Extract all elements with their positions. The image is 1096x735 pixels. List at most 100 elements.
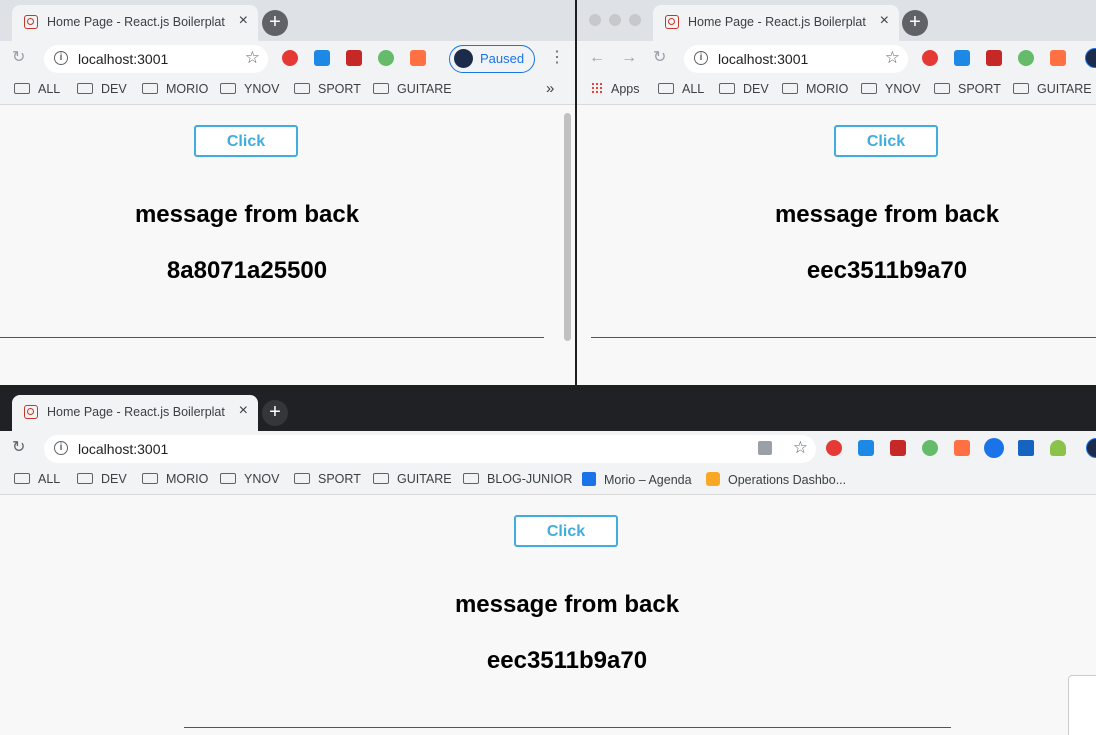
- green-extension-icon[interactable]: [922, 440, 938, 456]
- folder-icon: [934, 83, 950, 94]
- folder-icon: [220, 473, 236, 484]
- zoom-window-icon[interactable]: [629, 14, 641, 26]
- bookmark-label: DEV: [101, 472, 127, 486]
- star-icon[interactable]: ☆: [245, 48, 260, 68]
- s-extension-icon[interactable]: [954, 50, 970, 66]
- bookmark-apps[interactable]: Apps: [591, 82, 640, 96]
- bookmark-label: MORIO: [806, 82, 849, 96]
- back-icon[interactable]: ←: [589, 49, 605, 67]
- bookmark-folder-guitare[interactable]: GUITARE: [1013, 82, 1092, 96]
- info-icon[interactable]: i: [54, 441, 68, 455]
- opera-extension-icon[interactable]: [826, 440, 842, 456]
- tab-strip: Home Page - React.js Boilerplate × +: [577, 0, 1096, 41]
- address-bar[interactable]: i localhost:3001 ☆: [44, 435, 816, 463]
- red-extension-icon[interactable]: [346, 50, 362, 66]
- star-icon[interactable]: ☆: [793, 438, 808, 458]
- close-window-icon[interactable]: [589, 14, 601, 26]
- s-extension-icon[interactable]: [314, 50, 330, 66]
- profile-avatar-icon[interactable]: [1086, 438, 1096, 458]
- bookmark-folder-all[interactable]: ALL: [14, 82, 60, 96]
- orange-extension-icon[interactable]: [1050, 50, 1066, 66]
- red-extension-icon[interactable]: [890, 440, 906, 456]
- tab-home-page[interactable]: Home Page - React.js Boilerplate ×: [653, 5, 899, 41]
- bookmark-folder-sport[interactable]: SPORT: [294, 472, 361, 486]
- orange-extension-icon[interactable]: [410, 50, 426, 66]
- bookmark-folder-morio[interactable]: MORIO: [142, 82, 208, 96]
- green-extension-icon[interactable]: [378, 50, 394, 66]
- reload-icon[interactable]: ↻: [653, 49, 666, 67]
- tab-title: Home Page - React.js Boilerplate: [47, 15, 225, 29]
- bookmark-folder-guitare[interactable]: GUITARE: [373, 472, 452, 486]
- new-tab-plus-icon[interactable]: +: [262, 400, 288, 426]
- bookmarks-overflow-icon[interactable]: »: [546, 80, 554, 97]
- tab-title: Home Page - React.js Boilerplate: [688, 15, 866, 29]
- reload-icon[interactable]: ↻: [12, 439, 25, 457]
- bookmark-folder-ynov[interactable]: YNOV: [220, 82, 279, 96]
- bookmark-label: MORIO: [166, 472, 209, 486]
- reload-icon[interactable]: ↻: [12, 49, 25, 67]
- menu-icon[interactable]: ⋮: [549, 49, 565, 67]
- click-button[interactable]: Click: [834, 125, 938, 157]
- bookmark-folder-morio[interactable]: MORIO: [782, 82, 848, 96]
- click-button[interactable]: Click: [194, 125, 298, 157]
- bookmark-label: Morio – Agenda: [604, 473, 692, 487]
- bookmark-folder-all[interactable]: ALL: [14, 472, 60, 486]
- divider: [184, 727, 951, 728]
- tab-home-page[interactable]: Home Page - React.js Boilerplate ×: [12, 5, 258, 41]
- bookmark-folder-ynov[interactable]: YNOV: [861, 82, 920, 96]
- bookmark-extension-icon[interactable]: [984, 438, 1004, 458]
- s-extension-icon[interactable]: [858, 440, 874, 456]
- bookmark-folder-dev[interactable]: DEV: [719, 82, 769, 96]
- profile-avatar-icon[interactable]: [1085, 48, 1096, 68]
- bookmark-morio-agenda[interactable]: Morio – Agenda: [582, 472, 692, 487]
- profile-paused-button[interactable]: Paused: [449, 45, 535, 73]
- bookmark-folder-morio[interactable]: MORIO: [142, 472, 208, 486]
- bookmark-folder-dev[interactable]: DEV: [77, 82, 127, 96]
- green-extension-icon[interactable]: [1018, 50, 1034, 66]
- folder-icon: [14, 83, 30, 94]
- toolbar: ↻ i localhost:3001 ☆: [0, 431, 1096, 466]
- address-bar[interactable]: i localhost:3001 ☆: [684, 45, 908, 73]
- info-icon[interactable]: i: [54, 51, 68, 65]
- bookmark-folder-all[interactable]: ALL: [658, 82, 704, 96]
- bookmark-folder-blog-junior[interactable]: BLOG-JUNIOR: [463, 472, 572, 486]
- browser-window-top-right: Home Page - React.js Boilerplate × + ← →…: [577, 0, 1096, 385]
- translate-icon[interactable]: [758, 441, 772, 455]
- bookmark-folder-ynov[interactable]: YNOV: [220, 472, 279, 486]
- v-extension-icon[interactable]: [1018, 440, 1034, 456]
- close-tab-icon[interactable]: ×: [880, 11, 889, 31]
- orange-extension-icon[interactable]: [954, 440, 970, 456]
- star-icon[interactable]: ☆: [885, 48, 900, 68]
- bookmark-folder-guitare[interactable]: GUITARE: [373, 82, 452, 96]
- folder-icon: [142, 473, 158, 484]
- close-tab-icon[interactable]: ×: [239, 401, 248, 421]
- info-icon[interactable]: i: [694, 51, 708, 65]
- forward-icon[interactable]: →: [621, 49, 637, 67]
- new-tab-plus-icon[interactable]: +: [262, 10, 288, 36]
- bookmark-label: YNOV: [244, 472, 280, 486]
- browser-window-top-left: Home Page - React.js Boilerplate × + ↻ i…: [0, 0, 575, 385]
- bookmark-label: ALL: [682, 82, 705, 96]
- address-bar[interactable]: i localhost:3001 ☆: [44, 45, 268, 73]
- close-tab-icon[interactable]: ×: [239, 11, 248, 31]
- react-favicon-icon: [665, 15, 679, 29]
- divider: [0, 337, 544, 338]
- click-button[interactable]: Click: [514, 515, 618, 547]
- minimize-window-icon[interactable]: [609, 14, 621, 26]
- bookmark-folder-sport[interactable]: SPORT: [294, 82, 361, 96]
- bookmark-operations-dashboard[interactable]: Operations Dashbo...: [706, 472, 846, 487]
- dashboard-icon: [706, 472, 720, 486]
- tab-home-page[interactable]: Home Page - React.js Boilerplate ×: [12, 395, 258, 431]
- url-text: localhost:3001: [78, 51, 169, 67]
- red-extension-icon[interactable]: [986, 50, 1002, 66]
- bookmark-label: Apps: [611, 82, 640, 96]
- scrollbar[interactable]: [564, 113, 571, 341]
- new-tab-plus-icon[interactable]: +: [902, 10, 928, 36]
- bookmark-folder-sport[interactable]: SPORT: [934, 82, 1001, 96]
- bookmark-folder-dev[interactable]: DEV: [77, 472, 127, 486]
- plant-extension-icon[interactable]: [1050, 440, 1066, 456]
- folder-icon: [294, 83, 310, 94]
- opera-extension-icon[interactable]: [282, 50, 298, 66]
- opera-extension-icon[interactable]: [922, 50, 938, 66]
- folder-icon: [719, 83, 735, 94]
